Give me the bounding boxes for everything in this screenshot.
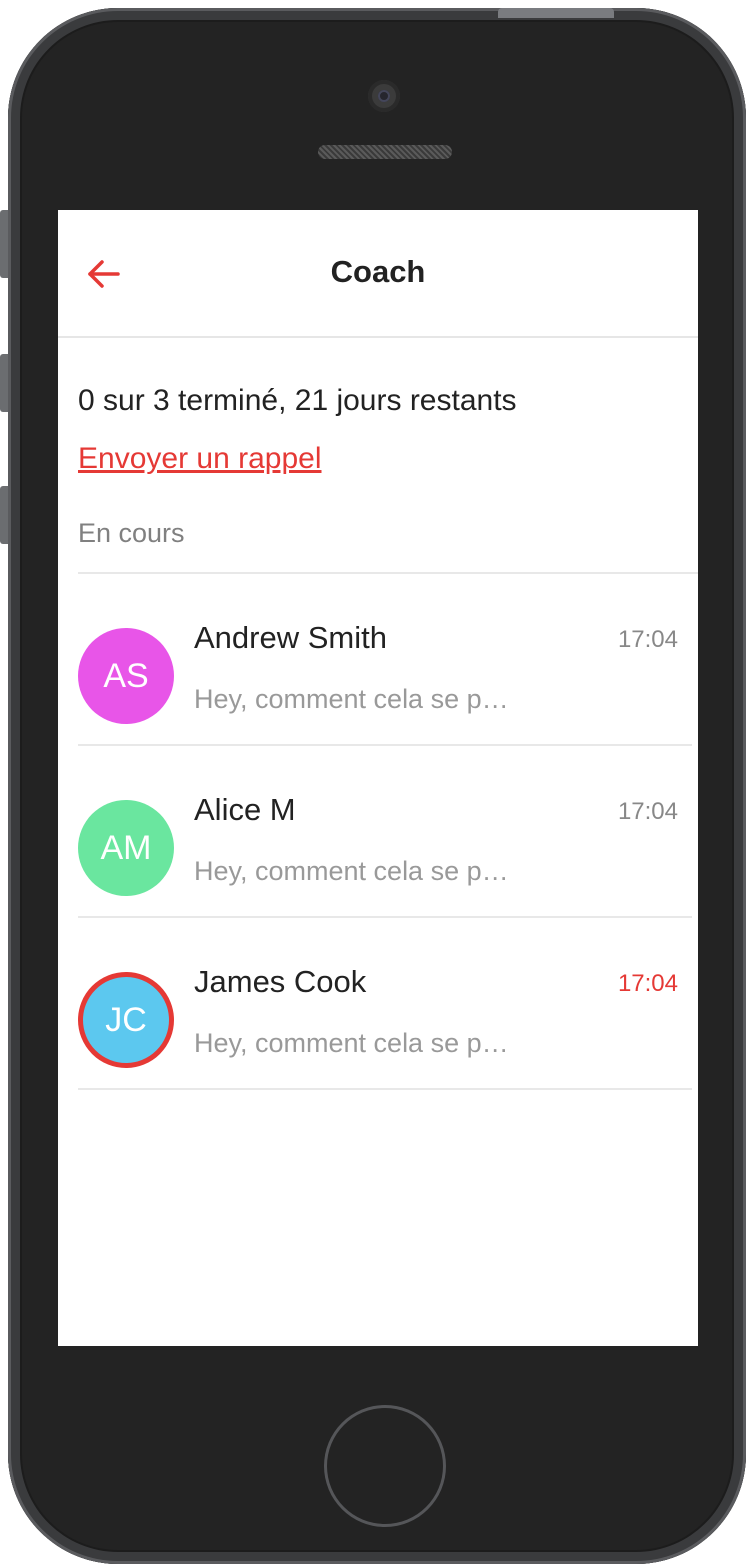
- contact-name: James Cook: [194, 964, 367, 999]
- app-header: Coach: [58, 210, 698, 338]
- message-preview: Hey, comment cela se passe ?: [194, 1028, 514, 1058]
- page-title: Coach: [330, 254, 426, 289]
- progress-status: 0 sur 3 terminé, 21 jours restants: [78, 384, 517, 417]
- message-time: 17:04: [617, 626, 678, 653]
- avatar: AM: [78, 800, 174, 896]
- app-screen: Coach 0 sur 3 terminé, 21 jours restants…: [58, 210, 698, 1346]
- conversation-row[interactable]: JC James Cook 17:04 Hey, comment cela se…: [78, 918, 692, 1090]
- send-reminder-link[interactable]: Envoyer un rappel: [78, 442, 322, 476]
- conversation-row[interactable]: AM Alice M 17:04 Hey, comment cela se pa…: [78, 746, 692, 918]
- conversation-row[interactable]: AS Andrew Smith 17:04 Hey, comment cela …: [78, 574, 692, 746]
- front-camera: [368, 80, 400, 112]
- message-preview: Hey, comment cela se passe ?: [194, 684, 514, 714]
- power-button: [498, 8, 614, 18]
- message-preview: Hey, comment cela se passe ?: [194, 856, 514, 886]
- mute-switch: [0, 210, 8, 278]
- message-time: 17:04: [617, 970, 678, 997]
- home-button[interactable]: [324, 1405, 446, 1527]
- section-label: En cours: [78, 518, 185, 548]
- message-time: 17:04: [617, 798, 678, 825]
- volume-down-button: [0, 486, 8, 544]
- earpiece-speaker: [318, 145, 452, 159]
- volume-up-button: [0, 354, 8, 412]
- contact-name: Alice M: [194, 792, 296, 827]
- avatar: AS: [78, 628, 174, 724]
- avatar: JC: [78, 972, 174, 1068]
- contact-name: Andrew Smith: [194, 620, 387, 655]
